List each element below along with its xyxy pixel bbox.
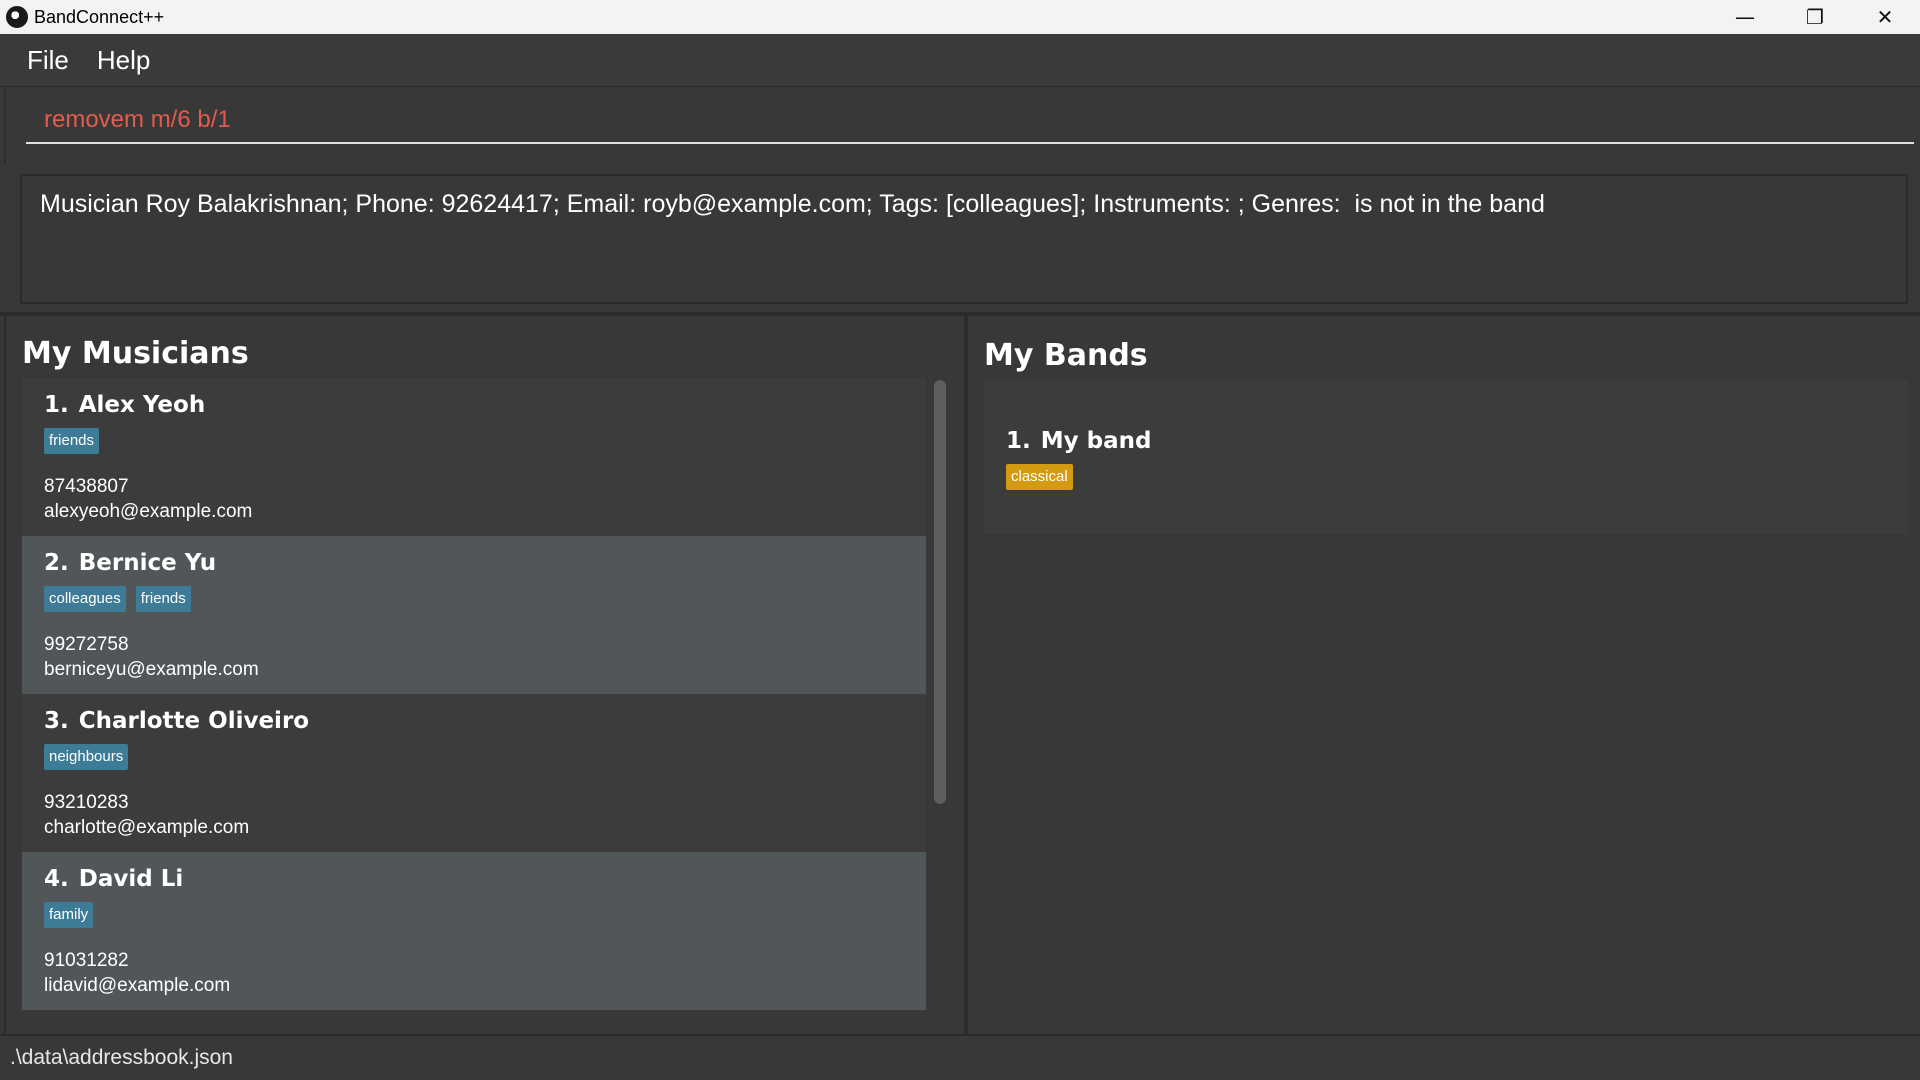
- musician-index: 2.: [44, 550, 69, 576]
- band-panel-title: My Bands: [984, 338, 1148, 373]
- musician-phone: 93210283: [44, 792, 129, 813]
- window-controls: — ❐ ✕: [1710, 0, 1920, 34]
- band-name-text: My band: [1040, 428, 1152, 454]
- tag: neighbours: [44, 744, 129, 770]
- genre-tag: classical: [1006, 464, 1073, 490]
- window-title: BandConnect++: [34, 6, 165, 27]
- band-panel: My Bands 1. My band classical: [964, 316, 1920, 1034]
- musician-email: berniceyu@example.com: [44, 659, 259, 680]
- close-button[interactable]: ✕: [1850, 0, 1920, 34]
- result-display: Musician Roy Balakrishnan; Phone: 926244…: [20, 174, 1908, 304]
- app-icon: [6, 6, 28, 28]
- musician-name-text: David Li: [78, 866, 184, 892]
- genre-list: classical: [1006, 464, 1908, 492]
- command-input[interactable]: [26, 98, 1914, 144]
- minimize-button[interactable]: —: [1710, 0, 1780, 34]
- musician-list[interactable]: 1. Alex Yeoh friends 87438807 alexyeoh@ex…: [22, 378, 926, 1012]
- musician-name: 2. Bernice Yu: [44, 550, 926, 580]
- tag: friends: [44, 428, 100, 454]
- list-item[interactable]: 3. Charlotte Oliveiro neighbours 93210283…: [22, 694, 926, 852]
- list-item[interactable]: 4. David Li family 91031282 lidavid@examp…: [22, 852, 926, 1010]
- musician-phone: 87438807: [44, 476, 129, 497]
- musician-name: 3. Charlotte Oliveiro: [44, 708, 926, 738]
- musician-phone: 91031282: [44, 950, 129, 971]
- tag-list: family: [44, 902, 926, 930]
- scrollbar-thumb[interactable]: [934, 380, 946, 804]
- band-name: 1. My band: [1006, 428, 1908, 458]
- musician-panel: My Musicians 1. Alex Yeoh friends 8743880…: [4, 316, 962, 1034]
- tag: friends: [135, 586, 191, 612]
- title-bar: BandConnect++ — ❐ ✕: [0, 0, 1920, 34]
- list-item[interactable]: 1. Alex Yeoh friends 87438807 alexyeoh@ex…: [22, 378, 926, 536]
- tag-list: friends: [44, 428, 926, 456]
- menu-help[interactable]: Help: [97, 45, 150, 76]
- musician-index: 3.: [44, 708, 69, 734]
- save-location: .\data\addressbook.json: [10, 1046, 233, 1069]
- tag-list: neighbours: [44, 744, 926, 772]
- musician-name-text: Bernice Yu: [78, 550, 217, 576]
- maximize-button[interactable]: ❐: [1780, 0, 1850, 34]
- musician-email: charlotte@example.com: [44, 817, 250, 838]
- musician-panel-title: My Musicians: [22, 336, 249, 371]
- tag-list: colleagues friends: [44, 586, 926, 614]
- musician-phone: 99272758: [44, 634, 129, 655]
- menu-bar: File Help: [0, 34, 1920, 87]
- musician-index: 1.: [44, 392, 69, 418]
- list-item[interactable]: 1. My band classical: [984, 380, 1908, 492]
- list-item[interactable]: 2. Bernice Yu colleagues friends 99272758…: [22, 536, 926, 694]
- musician-name: 1. Alex Yeoh: [44, 392, 926, 422]
- tag: family: [44, 902, 94, 928]
- musician-email: lidavid@example.com: [44, 975, 231, 996]
- musician-index: 4.: [44, 866, 69, 892]
- musician-email: alexyeoh@example.com: [44, 501, 253, 522]
- band-index: 1.: [1006, 428, 1031, 454]
- command-box: [4, 88, 1916, 164]
- musician-name: 4. David Li: [44, 866, 926, 896]
- result-text: Musician Roy Balakrishnan; Phone: 926244…: [40, 190, 1545, 218]
- musician-list-scrollbar[interactable]: [932, 378, 948, 1012]
- status-bar: .\data\addressbook.json: [0, 1034, 1920, 1080]
- band-list[interactable]: 1. My band classical: [984, 380, 1908, 534]
- musician-name-text: Charlotte Oliveiro: [78, 708, 310, 734]
- musician-name-text: Alex Yeoh: [78, 392, 206, 418]
- menu-file[interactable]: File: [27, 45, 69, 76]
- tag: colleagues: [44, 586, 126, 612]
